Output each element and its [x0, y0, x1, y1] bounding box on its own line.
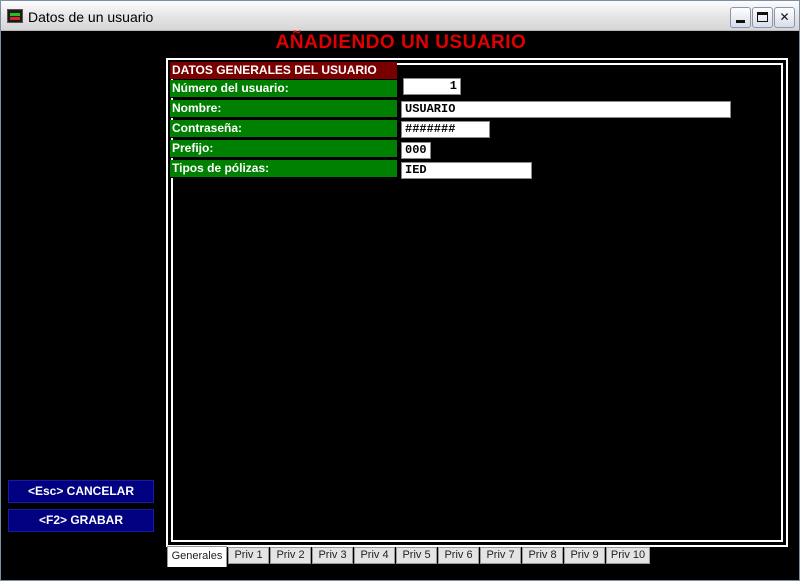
nombre-label: Nombre: — [170, 100, 397, 118]
nombre-input[interactable]: USUARIO — [401, 101, 731, 118]
tab-generales[interactable]: Generales — [167, 546, 227, 567]
prefijo-input[interactable]: 000 — [401, 142, 431, 159]
maximize-icon — [757, 12, 768, 22]
section-header: DATOS GENERALES DEL USUARIO — [170, 62, 397, 79]
tab-priv-6[interactable]: Priv 6 — [438, 547, 479, 564]
minimize-icon — [736, 20, 745, 23]
tab-priv-1[interactable]: Priv 1 — [228, 547, 269, 564]
tab-priv-4[interactable]: Priv 4 — [354, 547, 395, 564]
save-button[interactable]: <F2> GRABAR — [8, 509, 154, 532]
numero-label: Número del usuario: — [170, 80, 397, 98]
tipos-label: Tipos de pólizas: — [170, 160, 397, 178]
tab-priv-9[interactable]: Priv 9 — [564, 547, 605, 564]
window-title: Datos de un usuario — [28, 9, 154, 25]
page-title: AÑADIENDO UN USUARIO — [275, 32, 527, 53]
tipos-input[interactable]: IED — [401, 162, 532, 179]
app-window: Datos de un usuario ✕ AÑADIENDO UN USUAR… — [0, 0, 800, 581]
maximize-button[interactable] — [752, 7, 773, 28]
title-bar[interactable]: Datos de un usuario ✕ — [1, 1, 799, 31]
contrasena-label: Contraseña: — [170, 120, 397, 138]
numero-input[interactable]: 1 — [403, 78, 461, 95]
close-icon: ✕ — [779, 10, 790, 24]
tab-priv-5[interactable]: Priv 5 — [396, 547, 437, 564]
tab-priv-8[interactable]: Priv 8 — [522, 547, 563, 564]
cancel-button[interactable]: <Esc> CANCELAR — [8, 480, 154, 503]
tab-priv-7[interactable]: Priv 7 — [480, 547, 521, 564]
close-button[interactable]: ✕ — [774, 7, 795, 28]
minimize-button[interactable] — [730, 7, 751, 28]
contrasena-input[interactable]: ####### — [401, 121, 490, 138]
tab-priv-2[interactable]: Priv 2 — [270, 547, 311, 564]
tab-priv-3[interactable]: Priv 3 — [312, 547, 353, 564]
tab-priv-10[interactable]: Priv 10 — [606, 547, 650, 564]
prefijo-label: Prefijo: — [170, 140, 397, 158]
app-icon — [7, 9, 23, 23]
